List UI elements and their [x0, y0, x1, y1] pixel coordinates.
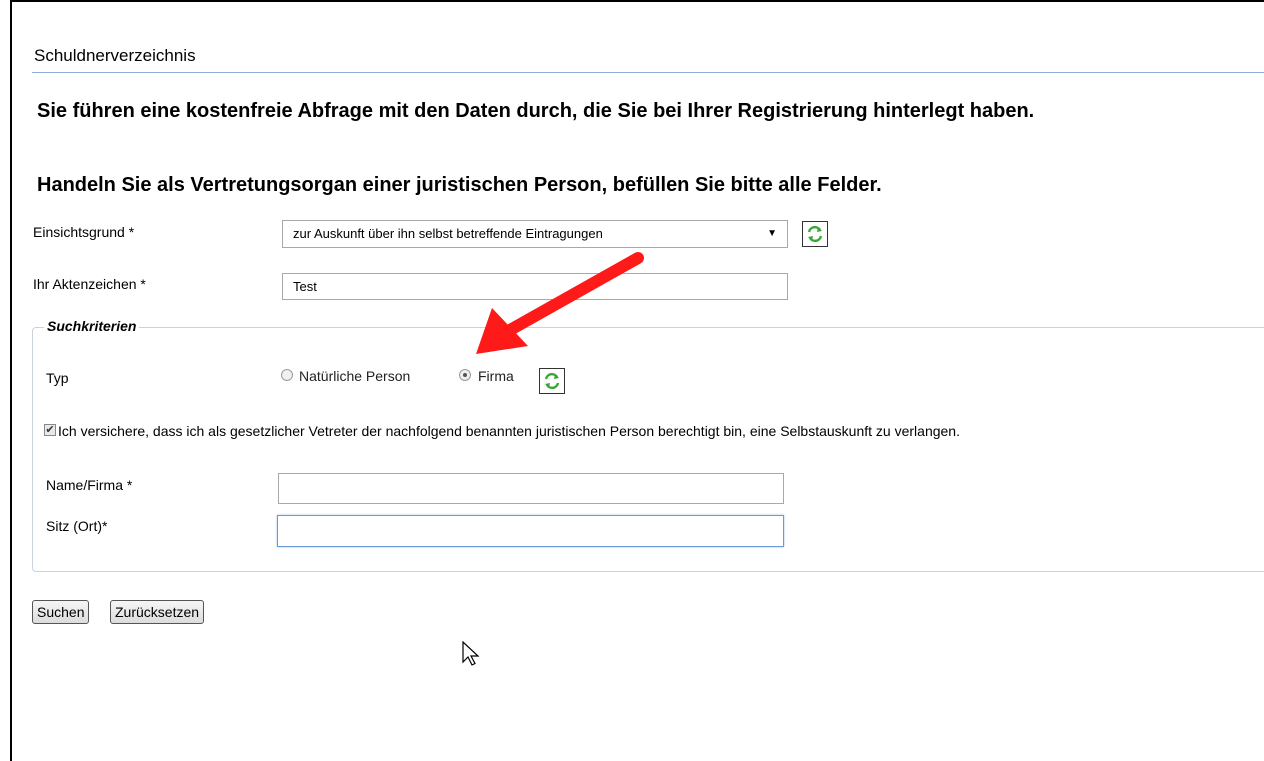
reset-button[interactable]: Zurücksetzen [110, 600, 205, 624]
name-firma-input[interactable] [278, 473, 784, 504]
aktenzeichen-value: Test [293, 279, 317, 294]
radio-firma-label[interactable]: Firma [478, 368, 514, 384]
sitz-input[interactable] [277, 515, 784, 547]
refresh-icon [807, 225, 823, 243]
typ-label: Typ [46, 370, 69, 386]
radio-natural-person[interactable] [281, 369, 293, 381]
einsichtsgrund-select[interactable]: zur Auskunft über ihn selbst betreffende… [282, 220, 788, 248]
page-title: Schuldnerverzeichnis [34, 46, 196, 65]
mouse-cursor-icon [462, 641, 480, 666]
aktenzeichen-label: Ihr Aktenzeichen * [33, 276, 146, 292]
confirm-checkbox[interactable]: ✔ [44, 424, 56, 436]
refresh-typ-button[interactable] [539, 368, 565, 394]
sitz-label: Sitz (Ort)* [46, 518, 108, 534]
confirm-text: Ich versichere, dass ich als gesetzliche… [58, 423, 960, 439]
name-firma-label: Name/Firma * [46, 477, 133, 493]
radio-natural-person-label[interactable]: Natürliche Person [299, 368, 410, 384]
einsichtsgrund-label: Einsichtsgrund * [33, 224, 135, 240]
einsichtsgrund-selected-value: zur Auskunft über ihn selbst betreffende… [293, 226, 603, 241]
info-heading: Sie führen eine kostenfreie Abfrage mit … [37, 100, 1035, 122]
search-button[interactable]: Suchen [32, 600, 90, 624]
refresh-einsichtsgrund-button[interactable] [802, 221, 828, 247]
suchkriterien-legend: Suchkriterien [44, 318, 140, 334]
annotation-arrow-icon [476, 252, 644, 354]
radio-firma[interactable] [459, 369, 471, 381]
instruction-heading: Handeln Sie als Vertretungsorgan einer j… [37, 174, 882, 196]
refresh-icon [544, 372, 560, 390]
title-divider [32, 72, 1264, 73]
dropdown-arrow-icon: ▼ [767, 228, 777, 239]
